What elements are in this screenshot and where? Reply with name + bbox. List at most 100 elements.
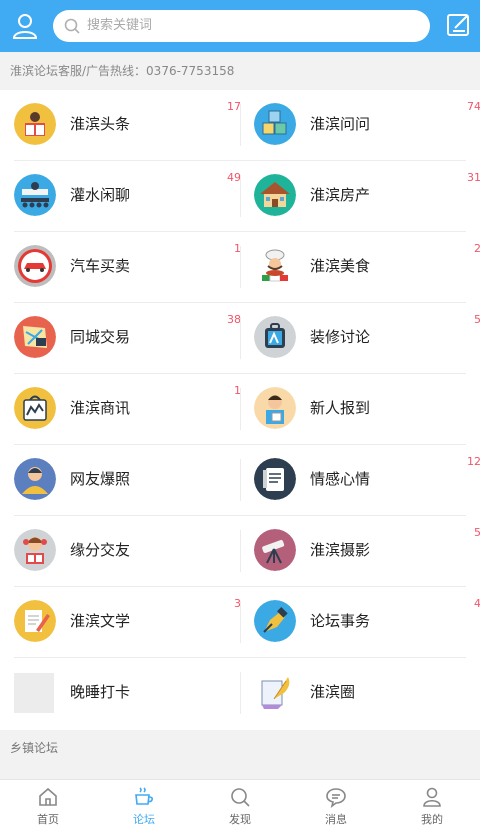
car-icon — [14, 245, 56, 287]
unread-count-badge: 12 — [467, 455, 480, 468]
forum-item[interactable]: 淮滨美食 2 — [254, 232, 480, 302]
forum-label: 汽车买卖 — [70, 257, 131, 275]
unread-count-badge: 5 — [474, 313, 480, 326]
chef-icon — [254, 245, 296, 287]
forum-label: 装修讨论 — [310, 328, 371, 346]
unread-count-badge: 5 — [474, 526, 480, 539]
forum-item[interactable]: 淮滨房产 31 — [254, 161, 480, 231]
divider — [240, 317, 241, 359]
search-icon — [64, 18, 80, 34]
tab-discover[interactable]: 发现 — [192, 780, 288, 831]
hotline-notice: 淮滨论坛客服/广告热线：0376-7753158 — [0, 52, 480, 90]
unread-count-badge: 2 — [474, 242, 480, 255]
forum-item[interactable]: 灌水闲聊 49 — [14, 161, 241, 231]
abc-blocks-icon — [254, 103, 296, 145]
unread-count-badge: 74 — [467, 100, 480, 113]
forum-grid: 淮滨头条 17 淮滨问问 74 灌水闲聊 49 淮滨房产 31 汽车买卖 1 淮… — [0, 90, 480, 730]
forum-label: 淮滨圈 — [310, 683, 356, 701]
forum-item[interactable]: 淮滨问问 74 — [254, 90, 480, 160]
forum-label: 淮滨房产 — [310, 186, 371, 204]
tab-label: 我的 — [421, 813, 443, 826]
forum-label: 同城交易 — [70, 328, 131, 346]
forum-label: 论坛事务 — [310, 612, 371, 630]
forum-item[interactable]: 淮滨头条 17 — [14, 90, 241, 160]
divider — [240, 388, 241, 430]
unread-count-badge: 31 — [467, 171, 480, 184]
unread-count-badge: 4 — [474, 597, 480, 610]
coffee-cup-icon — [135, 787, 153, 805]
hotline-text: 淮滨论坛客服/广告热线：0376-7753158 — [10, 64, 235, 78]
newcomer-icon — [254, 387, 296, 429]
pen-nib-icon — [254, 600, 296, 642]
forum-item[interactable]: 情感心情 12 — [254, 445, 480, 515]
tab-label: 消息 — [325, 813, 347, 826]
house-icon — [254, 174, 296, 216]
forum-label: 淮滨摄影 — [310, 541, 371, 559]
divider — [240, 530, 241, 572]
forum-label: 淮滨问问 — [310, 115, 371, 133]
forum-item[interactable]: 淮滨商讯 1 — [14, 374, 241, 444]
forum-label: 晚睡打卡 — [70, 683, 131, 701]
forum-item[interactable]: 新人报到 — [254, 374, 480, 444]
unread-count-badge: 17 — [227, 100, 241, 113]
forum-label: 新人报到 — [310, 399, 371, 417]
user-icon[interactable] — [10, 11, 40, 41]
forum-label: 情感心情 — [310, 470, 371, 488]
forum-item[interactable]: 淮滨摄影 5 — [254, 516, 480, 586]
forum-label: 淮滨美食 — [310, 257, 371, 275]
quill-paper-icon — [254, 671, 296, 713]
pencil-paper-icon — [14, 600, 56, 642]
placeholder-icon — [14, 673, 54, 713]
search-box[interactable]: 搜索关键词 — [53, 10, 430, 42]
tab-home[interactable]: 首页 — [0, 780, 96, 831]
top-bar: 搜索关键词 — [0, 0, 480, 52]
forum-item[interactable]: 论坛事务 4 — [254, 587, 480, 657]
compose-icon[interactable] — [445, 11, 473, 39]
home-icon — [39, 787, 57, 806]
forum-label: 淮滨文学 — [70, 612, 131, 630]
forum-item[interactable]: 网友爆照 — [14, 445, 241, 515]
section-header: 乡镇论坛 — [0, 730, 480, 766]
forum-item[interactable]: 缘分交友 — [14, 516, 241, 586]
note-icon — [254, 458, 296, 500]
bottom-tab-bar: 首页 论坛 发现 消息 我的 — [0, 779, 480, 831]
paint-bag-icon — [254, 316, 296, 358]
forum-item[interactable]: 装修讨论 5 — [254, 303, 480, 373]
tab-label: 论坛 — [133, 813, 155, 826]
forum-label: 网友爆照 — [70, 470, 131, 488]
desk-chat-icon — [14, 174, 56, 216]
divider — [240, 459, 241, 501]
reading-person-icon — [14, 103, 56, 145]
search-icon — [231, 788, 250, 807]
section-title: 乡镇论坛 — [10, 741, 59, 755]
tab-messages[interactable]: 消息 — [288, 780, 384, 831]
divider — [240, 601, 241, 643]
divider — [240, 246, 241, 288]
forum-label: 淮滨商讯 — [70, 399, 131, 417]
tab-forum[interactable]: 论坛 — [96, 780, 192, 831]
message-icon — [326, 788, 346, 808]
shopping-bag-icon — [14, 387, 56, 429]
forum-label: 缘分交友 — [70, 541, 131, 559]
unread-count-badge: 49 — [227, 171, 241, 184]
profile-icon — [423, 787, 441, 807]
forum-item[interactable]: 汽车买卖 1 — [14, 232, 241, 302]
divider — [240, 672, 241, 714]
forum-label: 淮滨头条 — [70, 115, 131, 133]
forum-item[interactable]: 同城交易 38 — [14, 303, 241, 373]
divider — [240, 175, 241, 217]
tab-profile[interactable]: 我的 — [384, 780, 480, 831]
search-input[interactable]: 搜索关键词 — [87, 18, 152, 34]
person-photo-icon — [14, 458, 56, 500]
map-icon — [14, 316, 56, 358]
tab-label: 首页 — [37, 813, 59, 826]
forum-item[interactable]: 晚睡打卡 — [14, 658, 241, 728]
telescope-icon — [254, 529, 296, 571]
divider — [240, 104, 241, 146]
unread-count-badge: 38 — [227, 313, 241, 326]
forum-label: 灌水闲聊 — [70, 186, 131, 204]
tab-label: 发现 — [229, 813, 251, 826]
forum-item[interactable]: 淮滨圈 — [254, 658, 480, 728]
girl-reading-icon — [14, 529, 56, 571]
forum-item[interactable]: 淮滨文学 3 — [14, 587, 241, 657]
